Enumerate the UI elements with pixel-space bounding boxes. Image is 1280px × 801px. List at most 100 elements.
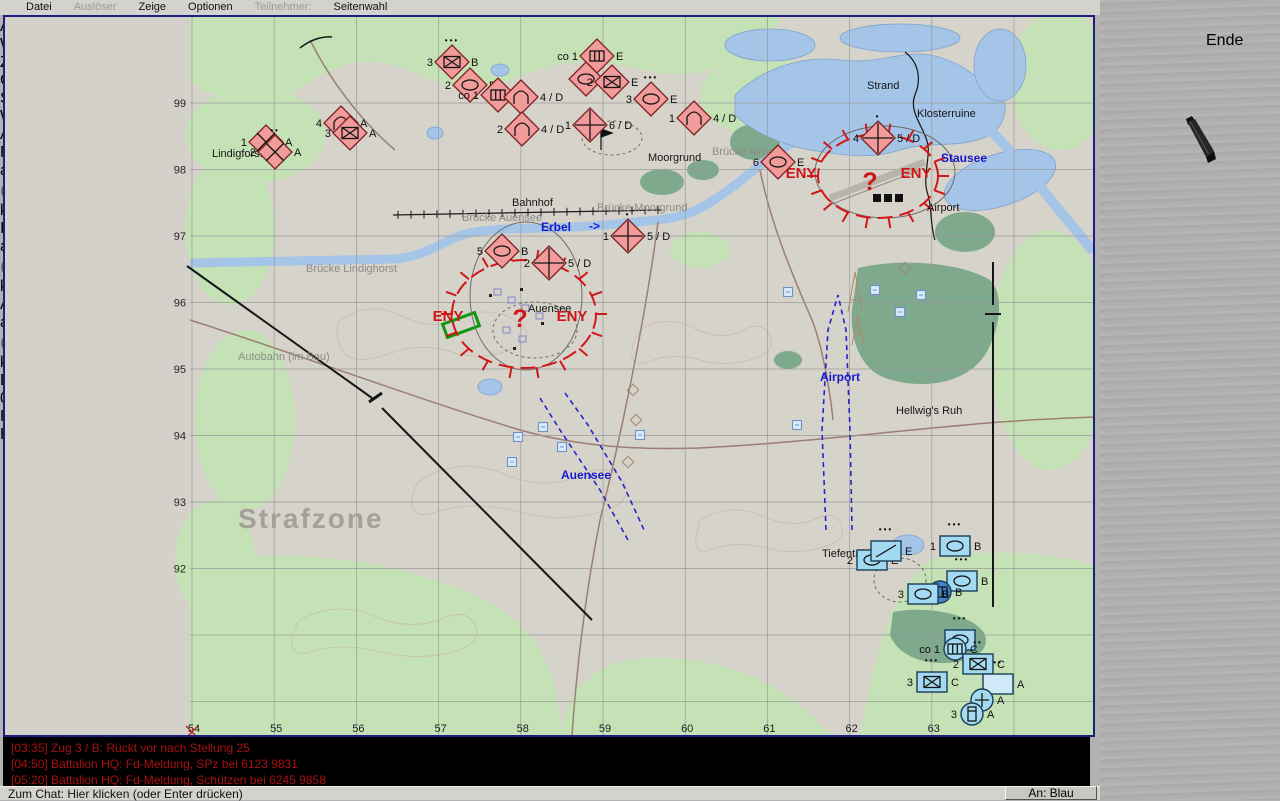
- grid-row-label: 98: [174, 165, 186, 177]
- map-graphic-icon: [512, 431, 524, 443]
- map-label: ENY: [901, 165, 932, 182]
- grid-row-label: 97: [174, 231, 186, 243]
- map-label: Stausee: [941, 151, 987, 165]
- map-label: Moorgrund: [648, 152, 701, 164]
- grid-row-label: 95: [174, 364, 186, 376]
- unit-label-left: 4: [853, 133, 859, 145]
- menu-item-zeige[interactable]: Zeige: [138, 0, 166, 15]
- grid-col-label: 61: [763, 723, 775, 735]
- unit-label-left: 1: [930, 541, 936, 553]
- unit-strength-dots: •••: [948, 520, 962, 529]
- unit-label-right: B: [942, 589, 949, 601]
- menu-bar: Datei Auslöser Zeige Optionen Teilnehmer: Sei…: [0, 0, 1280, 15]
- unit-label-right: E: [797, 157, 804, 169]
- unit-strength-dots: ••: [993, 658, 1003, 667]
- map-graphic-icon: [506, 456, 518, 468]
- grid-col-label: 55: [270, 723, 282, 735]
- unit-label-left: 2: [847, 555, 853, 567]
- unit-strength-dots: •••: [925, 656, 939, 665]
- map-label: Airport: [820, 370, 860, 384]
- unit-label-left: 3: [898, 589, 904, 601]
- unit-label-right: 6 / D: [609, 120, 632, 132]
- map-label: Brücke Lindighorst: [306, 263, 397, 275]
- unit-label-right: 4 / D: [541, 124, 564, 136]
- map-graphic-icon: [894, 306, 906, 318]
- map-label: Strafzone: [238, 503, 384, 534]
- map-label: Klosterruine: [917, 108, 976, 120]
- grid-row-label: 92: [174, 564, 186, 576]
- unit-label-left: 3: [427, 57, 433, 69]
- map-label: Strand: [867, 80, 899, 92]
- unit-label-right: 4 / D: [713, 113, 736, 125]
- unit-strength-dots: ••: [270, 126, 280, 135]
- menu-item-optionen[interactable]: Optionen: [188, 0, 233, 15]
- menu-item-auslöser: Auslöser: [73, 1, 117, 13]
- grid-col-label: 58: [517, 723, 529, 735]
- map-label: Brücke Auensee: [462, 212, 542, 224]
- map-label: Hellwig's Ruh: [896, 405, 962, 417]
- unit-label-right: 5 / D: [897, 133, 920, 145]
- ende-button[interactable]: Ende: [1206, 32, 1246, 72]
- map-graphic-icon: [537, 421, 549, 433]
- unit-label-left: 2: [250, 147, 256, 159]
- map-label: Auensee: [561, 468, 611, 482]
- unit-strength-dots: •••: [644, 73, 658, 82]
- map-graphic-icon: [791, 419, 803, 431]
- unit-strength-dots: •••: [879, 525, 893, 534]
- unit-label-left: 2: [953, 659, 959, 671]
- map-label: Brücke Moorgrund: [597, 202, 688, 214]
- map-label: ->: [589, 219, 600, 233]
- grid-row-label: 99: [174, 98, 186, 110]
- unit-label-left: 2: [587, 77, 593, 89]
- unit-label-right: E: [670, 94, 677, 106]
- map-label: Bahnhof: [512, 197, 554, 209]
- unit-label-right: B: [521, 246, 528, 258]
- unit-label-left: 2: [497, 124, 503, 136]
- grid-col-label: 60: [681, 723, 693, 735]
- unit-label-right: B: [974, 541, 981, 553]
- unit-label-right: 5 / D: [647, 231, 670, 243]
- map-label: Erbel: [541, 220, 571, 234]
- map-label: ?: [862, 168, 877, 196]
- menu-item-teilnehmer: Teilnehmer:: [254, 1, 312, 13]
- unit-label-left: 4: [316, 118, 322, 130]
- unit-strength-dots: •••: [955, 555, 969, 564]
- unit-label-left: 5: [477, 246, 483, 258]
- message-log: [03:35] Zug 3 / B: Rückt vor nach Stellu…: [3, 737, 1090, 787]
- unit-label-left: 3: [951, 709, 957, 721]
- unit-label-right: B: [471, 57, 478, 69]
- map-label: Airport: [927, 202, 959, 214]
- unit-label-right: A: [369, 128, 377, 140]
- chat-recipient-button[interactable]: An: Blau: [1005, 786, 1097, 800]
- unit-label-left: 1: [603, 231, 609, 243]
- unit-label-right: B: [981, 576, 988, 588]
- map-viewport[interactable]: 99 98 97 96 95 94 93 92 54 55 56 57 58 59 60 61 62 63: [3, 15, 1095, 737]
- map-canvas[interactable]: 999897969594939254 55 56 57 58 59 60 61 62 63: [3, 15, 1095, 737]
- unit-strength-dots: ••: [973, 638, 983, 647]
- grid-col-label: 57: [434, 723, 446, 735]
- unit-label-right: A: [987, 709, 995, 721]
- menu-item-datei[interactable]: Datei: [26, 0, 52, 15]
- unit-label-left: 3: [907, 677, 913, 689]
- unit-label-left: 6: [753, 157, 759, 169]
- unit-label-left: 1: [669, 113, 675, 125]
- map-label: ?: [512, 305, 527, 333]
- unit-strength-dots: •: [876, 112, 881, 121]
- unit-strength-dots: •••: [445, 36, 459, 45]
- log-line: [04:50] Battalion HQ: Fd-Meldung, SPz be…: [11, 757, 298, 771]
- map-graphic-icon: [869, 284, 881, 296]
- map-label: Autobahn (im Bau): [238, 351, 330, 363]
- unit-label-right: A: [294, 147, 302, 159]
- pen-icon: [1186, 116, 1216, 163]
- chat-bar[interactable]: Zum Chat: Hier klicken (oder Enter drück…: [0, 786, 1100, 801]
- unit-strength-dots: •••: [953, 614, 967, 623]
- unit-label-right: E: [631, 77, 638, 89]
- map-graphic-icon: [915, 289, 927, 301]
- unit-label-left: 1: [565, 120, 571, 132]
- unit-label-left: 1: [241, 137, 247, 149]
- unit-strength-dots: •: [626, 210, 631, 219]
- unit-label-right: B: [955, 587, 962, 599]
- unit-label-left: co 1: [458, 90, 479, 102]
- map-label: ENY: [557, 308, 588, 325]
- menu-item-seitenwahl[interactable]: Seitenwahl: [334, 0, 388, 15]
